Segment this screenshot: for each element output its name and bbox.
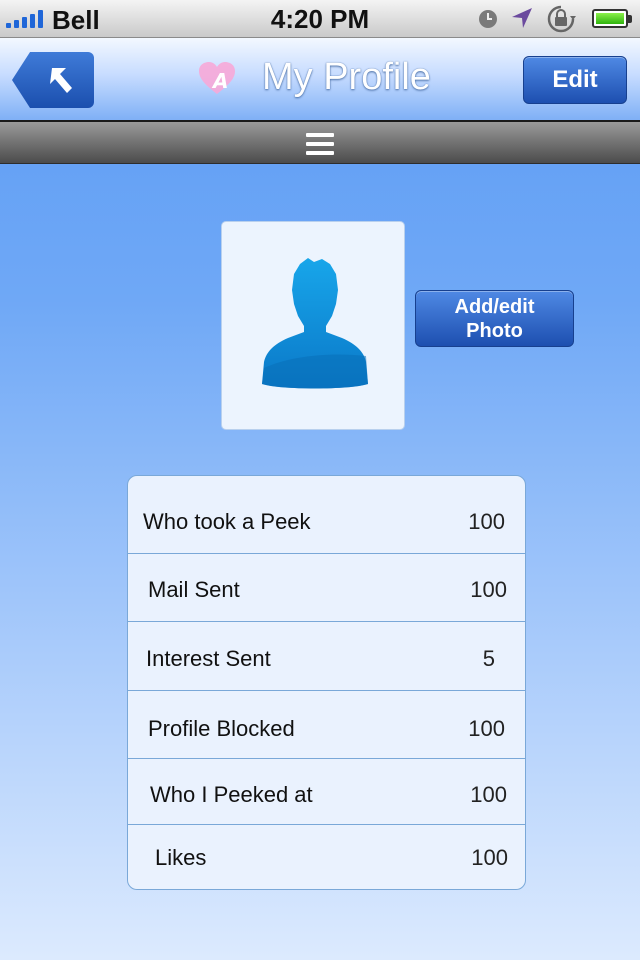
- svg-text:A: A: [211, 69, 228, 93]
- stat-label: Mail Sent: [148, 577, 240, 602]
- stat-row-who-took-a-peek[interactable]: Who took a Peek 100: [128, 476, 525, 554]
- status-bar: Bell 4:20 PM: [0, 0, 640, 38]
- stat-value: 100: [471, 845, 508, 870]
- stat-value: 100: [470, 782, 507, 807]
- add-edit-photo-button[interactable]: Add/edit Photo: [415, 290, 574, 347]
- stat-label: Likes: [155, 845, 207, 870]
- add-edit-photo-label-line1: Add/edit: [454, 295, 535, 318]
- hamburger-menu-icon[interactable]: [306, 133, 334, 155]
- stat-label: Interest Sent: [146, 646, 271, 671]
- stat-row-who-i-peeked-at[interactable]: Who I Peeked at 100: [128, 759, 525, 825]
- heart-logo-icon: A: [199, 62, 235, 94]
- alarm-clock-icon: [479, 10, 497, 28]
- stat-value: 100: [468, 716, 505, 741]
- rotation-lock-icon: [547, 5, 576, 33]
- stat-label: Who I Peeked at: [150, 782, 313, 807]
- stat-label: Profile Blocked: [148, 716, 295, 741]
- profile-photo-frame[interactable]: [221, 221, 405, 430]
- edit-button[interactable]: Edit: [523, 56, 627, 104]
- profile-stats-list: Who took a Peek 100 Mail Sent 100 Intere…: [127, 475, 526, 890]
- add-edit-photo-label-line2: Photo: [466, 319, 523, 342]
- back-arrow-icon: [50, 68, 72, 93]
- stat-value: 100: [470, 577, 507, 602]
- stat-row-mail-sent[interactable]: Mail Sent 100: [128, 554, 525, 622]
- stat-row-interest-sent[interactable]: Interest Sent 5: [128, 622, 525, 691]
- stat-value: 5: [482, 646, 495, 671]
- menu-bar: [0, 122, 640, 164]
- navigation-bar: A My Profile Edit: [0, 38, 640, 122]
- person-silhouette-icon: [262, 258, 368, 389]
- battery-icon: [592, 9, 632, 28]
- back-button[interactable]: [12, 52, 94, 108]
- page-title: My Profile: [262, 56, 431, 98]
- stat-row-profile-blocked[interactable]: Profile Blocked 100: [128, 691, 525, 759]
- stat-value: 100: [468, 509, 505, 534]
- location-arrow-icon: [512, 8, 532, 28]
- stat-row-likes[interactable]: Likes 100: [128, 825, 525, 889]
- stat-label: Who took a Peek: [143, 509, 311, 534]
